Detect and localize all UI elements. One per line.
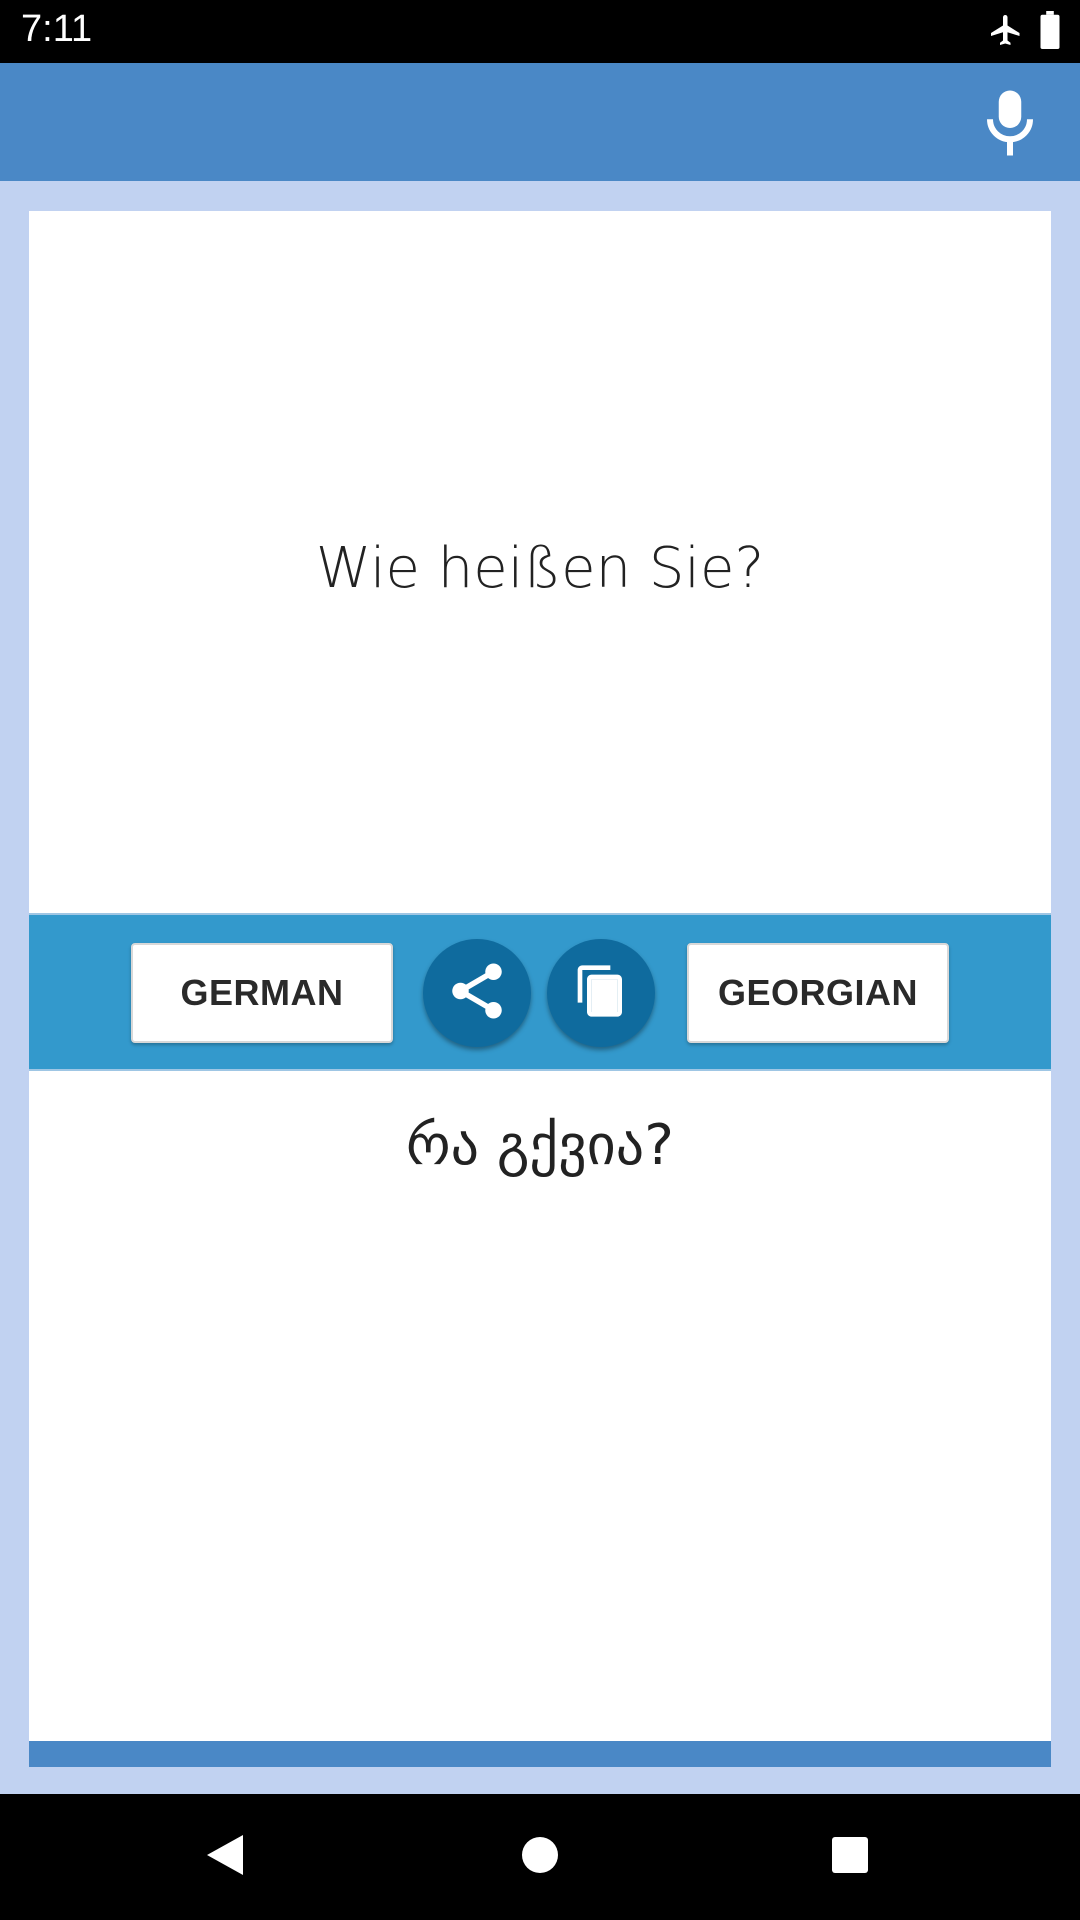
translator-content: Wie heißen Sie? GERMAN GEORGIAN რა გქვია… (0, 181, 1080, 1794)
recents-icon (830, 1835, 870, 1879)
share-button[interactable] (423, 939, 531, 1047)
status-icons (988, 11, 1062, 53)
status-bar: 7:11 (0, 0, 1080, 63)
target-text-panel[interactable]: რა გქვია? (29, 1071, 1051, 1741)
airplane-mode-icon (988, 12, 1024, 52)
language-control-bar: GERMAN GEORGIAN (29, 913, 1051, 1071)
back-icon (203, 1831, 247, 1883)
source-text: Wie heißen Sie? (315, 536, 765, 601)
bottom-strip (29, 1741, 1051, 1767)
copy-button[interactable] (547, 939, 655, 1047)
battery-icon (1038, 11, 1062, 53)
copy-icon (573, 963, 629, 1023)
target-language-button[interactable]: GEORGIAN (687, 943, 949, 1043)
share-icon (444, 958, 510, 1028)
app-bar (0, 63, 1080, 181)
back-button[interactable] (195, 1827, 255, 1887)
status-time: 7:11 (21, 8, 93, 50)
source-text-panel[interactable]: Wie heißen Sie? (29, 211, 1051, 913)
microphone-icon (980, 88, 1040, 162)
target-text: რა გქვია? (406, 1113, 674, 1178)
home-button[interactable] (510, 1827, 570, 1887)
recents-button[interactable] (820, 1827, 880, 1887)
screen: 7:11 Wie heißen Sie? GERMAN GEORGIAN რა … (0, 0, 1080, 1920)
microphone-button[interactable] (970, 85, 1050, 165)
source-language-button[interactable]: GERMAN (131, 943, 393, 1043)
home-icon (520, 1835, 560, 1879)
navigation-bar (0, 1794, 1080, 1920)
